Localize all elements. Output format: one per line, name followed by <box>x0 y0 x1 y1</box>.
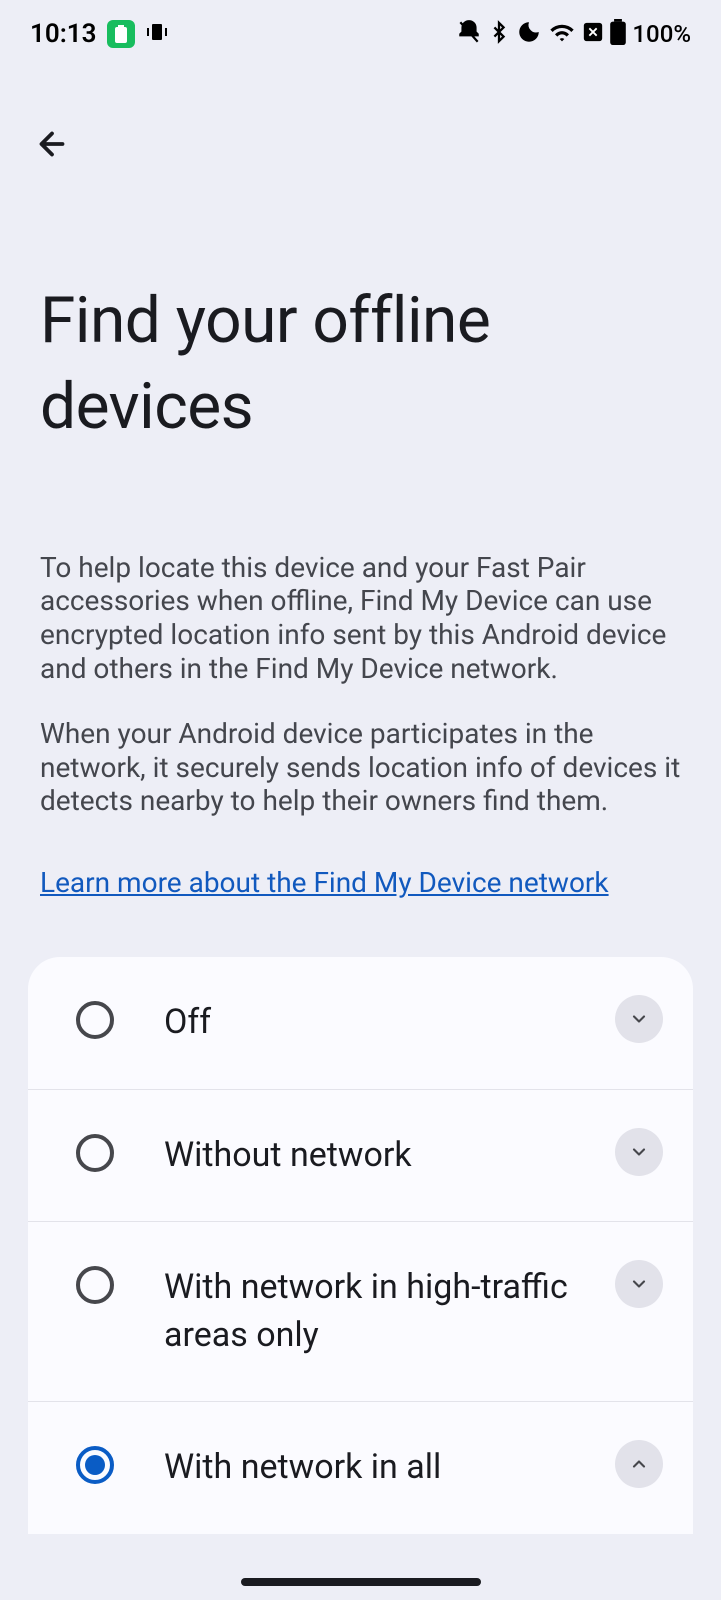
chevron-down-icon <box>629 1274 649 1294</box>
option-all-areas-label: With network in all <box>164 1444 615 1492</box>
status-time: 10:13 <box>30 19 97 49</box>
chevron-up-icon <box>629 1454 649 1474</box>
option-without-network-label: Without network <box>164 1132 615 1180</box>
option-off[interactable]: Off <box>28 957 693 1090</box>
radio-all-areas[interactable] <box>76 1446 114 1484</box>
battery-saver-icon <box>107 20 135 48</box>
bluetooth-icon <box>488 19 510 49</box>
signal-icon <box>582 21 604 47</box>
expand-all-areas-button[interactable] <box>615 1440 663 1488</box>
options-card: Off Without network With network in high… <box>28 957 693 1534</box>
option-without-network[interactable]: Without network <box>28 1090 693 1223</box>
chevron-down-icon <box>629 1009 649 1029</box>
back-button[interactable] <box>28 120 76 168</box>
description-paragraph-2: When your Android device participates in… <box>40 717 681 818</box>
arrow-left-icon <box>34 126 70 162</box>
wifi-icon <box>548 20 576 48</box>
expand-high-traffic-button[interactable] <box>615 1260 663 1308</box>
option-off-label: Off <box>164 999 615 1047</box>
battery-icon <box>610 19 626 49</box>
learn-more-link[interactable]: Learn more about the Find My Device netw… <box>40 866 609 899</box>
status-right: 100% <box>456 19 691 49</box>
page-title: Find your offline devices <box>40 278 681 451</box>
expand-without-network-button[interactable] <box>615 1128 663 1176</box>
radio-high-traffic[interactable] <box>76 1266 114 1304</box>
option-all-areas[interactable]: With network in all <box>28 1402 693 1534</box>
option-high-traffic-label: With network in high-traffic areas only <box>164 1264 615 1359</box>
page-description: To help locate this device and your Fast… <box>40 551 681 818</box>
chevron-down-icon <box>629 1142 649 1162</box>
status-left: 10:13 <box>30 19 169 49</box>
radio-without-network[interactable] <box>76 1134 114 1172</box>
do-not-disturb-icon <box>516 19 542 49</box>
radio-off[interactable] <box>76 1001 114 1039</box>
expand-off-button[interactable] <box>615 995 663 1043</box>
option-high-traffic[interactable]: With network in high-traffic areas only <box>28 1222 693 1402</box>
notifications-off-icon <box>456 19 482 49</box>
navigation-bar[interactable] <box>241 1578 481 1586</box>
battery-percent: 100% <box>632 20 691 48</box>
vibration-icon <box>145 20 169 48</box>
description-paragraph-1: To help locate this device and your Fast… <box>40 551 681 685</box>
status-bar: 10:13 100% <box>0 0 721 60</box>
